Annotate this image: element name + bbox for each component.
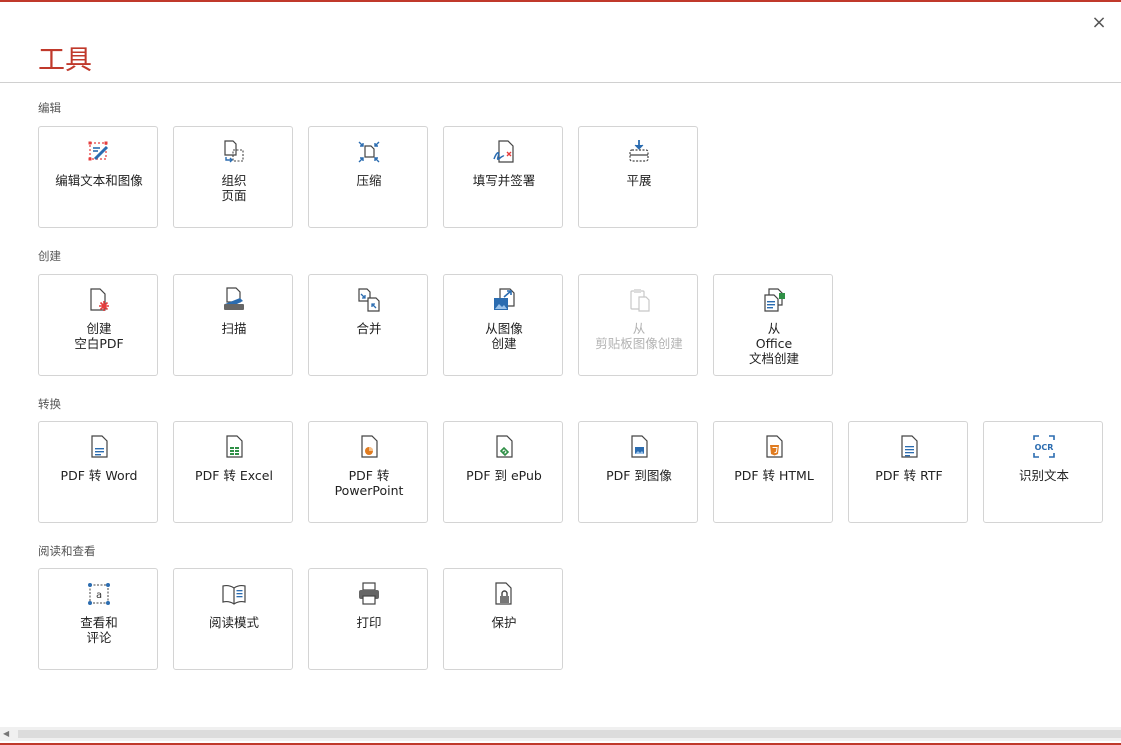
tool-label: 保护 [491,615,517,630]
title-divider [0,82,1121,83]
tool-label: 打印 [356,615,382,630]
lock-doc-icon [492,581,516,607]
flatten-icon [627,139,651,165]
tool-label: 从图像 创建 [485,321,523,351]
fill-sign-icon [492,139,516,165]
tool-merge[interactable]: 合并 [308,274,428,376]
tool-edit-text-image[interactable]: 编辑文本和图像 [38,126,158,228]
tool-label: 阅读模式 [208,615,259,630]
tool-create-from-image[interactable]: 从图像 创建 [443,274,563,376]
tool-label: 填写并签署 [472,173,536,188]
powerpoint-doc-icon [357,434,381,460]
tool-label: 编辑文本和图像 [55,173,143,188]
printer-icon [357,581,381,607]
tool-label: PDF 到 ePub [466,468,542,483]
tool-flatten[interactable]: 平展 [578,126,698,228]
merge-icon [357,287,381,313]
scrollbar-thumb[interactable] [18,730,1121,738]
tool-label: 从 剪贴板图像创建 [595,321,683,351]
excel-doc-icon [222,434,246,460]
tool-compress[interactable]: 压缩 [308,126,428,228]
section-label-create: 创建 [38,249,61,263]
html-doc-icon [762,434,786,460]
tool-pdf-to-word[interactable]: PDF 转 Word [38,421,158,523]
tool-create-blank-pdf[interactable]: 创建 空白PDF [38,274,158,376]
tool-print[interactable]: 打印 [308,568,428,670]
tool-label: 创建 空白PDF [74,321,124,351]
section-label-convert: 转换 [38,397,61,411]
tool-pdf-to-epub[interactable]: PDF 到 ePub [443,421,563,523]
clipboard-icon [627,287,651,313]
tool-pdf-to-excel[interactable]: PDF 转 Excel [173,421,293,523]
edit-text-image-icon [87,139,111,165]
image-doc-icon [627,434,651,460]
tool-label: 扫描 [221,321,247,336]
office-document-icon [762,287,786,313]
tool-label: PDF 转 HTML [734,468,814,483]
tool-label: PDF 到图像 [606,468,672,483]
annotate-icon: a [87,581,111,607]
tool-fill-sign[interactable]: 填写并签署 [443,126,563,228]
tool-label: PDF 转 RTF [875,468,943,483]
section-label-edit: 编辑 [38,101,61,115]
compress-icon [357,139,381,165]
word-doc-icon [87,434,111,460]
tool-label: 平展 [626,173,652,188]
tool-label: PDF 转 Word [60,468,138,483]
tool-label: 识别文本 [1018,468,1069,483]
section-label-read: 阅读和查看 [38,544,96,558]
create-blank-pdf-icon [87,287,111,313]
tool-label: 组织 页面 [221,173,247,203]
tool-label: 查看和 评论 [80,615,118,645]
scan-icon [222,287,246,313]
tool-label: 压缩 [356,173,382,188]
tool-ocr[interactable]: OCR 识别文本 [983,421,1103,523]
tool-organize-pages[interactable]: 组织 页面 [173,126,293,228]
tool-pdf-to-powerpoint[interactable]: PDF 转 PowerPoint [308,421,428,523]
tool-view-comment[interactable]: a 查看和 评论 [38,568,158,670]
ocr-icon: OCR [1032,434,1056,460]
tool-label: 合并 [356,321,382,336]
rtf-doc-icon [897,434,921,460]
svg-text:OCR: OCR [1035,443,1054,452]
create-from-image-icon [492,287,516,313]
organize-pages-icon [222,139,246,165]
page-title: 工具 [38,45,92,76]
tool-create-from-clipboard: 从 剪贴板图像创建 [578,274,698,376]
tool-label: 从 Office 文档创建 [748,321,799,366]
tool-label: PDF 转 Excel [195,468,273,483]
book-icon [222,581,246,607]
scroll-left-icon[interactable]: ◀ [3,729,9,739]
epub-doc-icon [492,434,516,460]
window-top-border [0,0,1121,2]
tool-create-from-office[interactable]: 从 Office 文档创建 [713,274,833,376]
tool-read-mode[interactable]: 阅读模式 [173,568,293,670]
tool-pdf-to-html[interactable]: PDF 转 HTML [713,421,833,523]
tool-pdf-to-image[interactable]: PDF 到图像 [578,421,698,523]
tool-protect[interactable]: 保护 [443,568,563,670]
tool-label: PDF 转 PowerPoint [334,468,404,498]
tool-scan[interactable]: 扫描 [173,274,293,376]
tool-pdf-to-rtf[interactable]: PDF 转 RTF [848,421,968,523]
close-button[interactable]: × [1088,12,1110,34]
svg-text:a: a [96,590,102,601]
horizontal-scrollbar[interactable]: ◀ [0,727,1121,741]
